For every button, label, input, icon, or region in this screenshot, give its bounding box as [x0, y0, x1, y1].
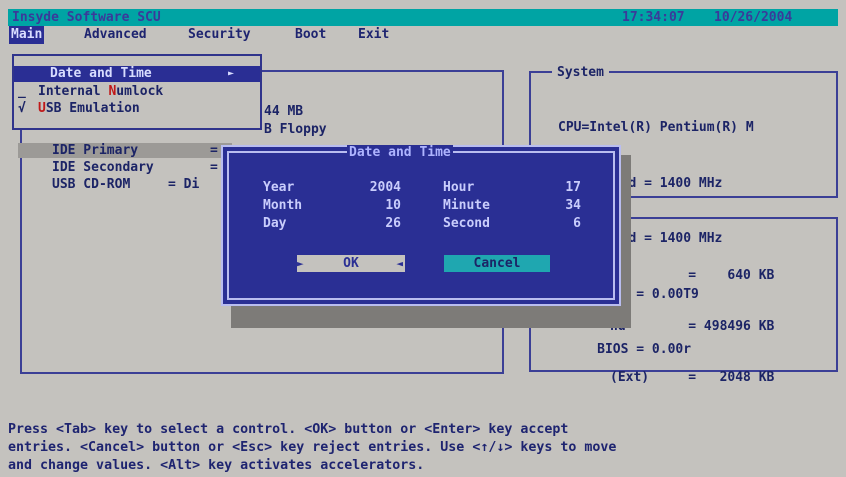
floppy-partial-text: B Floppy — [264, 122, 327, 137]
year-field[interactable]: 2004 — [357, 180, 401, 195]
minute-field[interactable]: 34 — [545, 198, 581, 213]
menu-boot[interactable]: Boot — [295, 26, 326, 44]
check-placeholder: _ — [18, 84, 26, 99]
memory-partial-text: 44 MB — [264, 104, 304, 119]
date-time-dialog: Date and Time Year 2004 Month 10 Day 26 … — [221, 145, 621, 306]
hour-field[interactable]: 17 — [545, 180, 581, 195]
second-label: Second — [443, 216, 490, 231]
month-label: Month — [263, 198, 303, 213]
year-label: Year — [263, 180, 295, 195]
menu-item-date-and-time[interactable]: Date and Time ► — [14, 66, 260, 82]
menu-main[interactable]: Main — [9, 26, 45, 44]
checkmark-icon: √ — [18, 101, 26, 116]
help-line-3: and change values. <Alt> key activates a… — [8, 458, 425, 473]
ok-button[interactable]: ► OK ◄ — [297, 255, 405, 272]
menu-advanced[interactable]: Advanced — [84, 26, 147, 44]
system-panel-title: System — [552, 65, 609, 80]
ide-secondary-label[interactable]: IDE Secondary — [52, 160, 154, 175]
menu-item-internal-numlock[interactable]: _ Internal Numlock — [14, 84, 260, 100]
clock-time: 17:34:07 — [622, 10, 685, 25]
day-field[interactable]: 26 — [357, 216, 401, 231]
clock-date: 10/26/2004 — [714, 10, 793, 25]
ok-left-marker-icon: ► — [297, 257, 304, 270]
main-dropdown-menu: Date and Time ► _ Internal Numlock √ USB… — [12, 54, 262, 130]
help-line-2: entries. <Cancel> button or <Esc> key re… — [8, 440, 617, 455]
dialog-shadow — [231, 306, 631, 328]
menu-bar: Main Advanced Security Boot Exit — [8, 26, 838, 44]
day-label: Day — [263, 216, 287, 231]
menu-exit[interactable]: Exit — [358, 26, 389, 44]
hour-label: Hour — [443, 180, 475, 195]
dialog-shadow-right — [621, 155, 631, 328]
dialog-title: Date and Time — [347, 145, 453, 160]
menu-security[interactable]: Security — [188, 26, 251, 44]
usb-cdrom-sep: = Di — [168, 177, 200, 192]
base-memory-line: = 640 KB — [610, 268, 775, 283]
ext-memory-line: (Ext) = 2048 KB — [610, 370, 775, 385]
month-field[interactable]: 10 — [357, 198, 401, 213]
extended-memory-line: nd = 498496 KB — [610, 319, 775, 334]
second-field[interactable]: 6 — [545, 216, 581, 231]
ide-secondary-sep: = — [210, 160, 218, 175]
minute-label: Minute — [443, 198, 490, 213]
usb-cdrom-label[interactable]: USB CD-ROM — [52, 177, 130, 192]
memory-info: = 640 KB nd = 498496 KB (Ext) = 2048 KB — [610, 233, 774, 403]
menu-item-usb-emulation[interactable]: √ USB Emulation — [14, 101, 260, 117]
help-line-1: Press <Tab> key to select a control. <OK… — [8, 422, 569, 437]
cancel-button[interactable]: Cancel — [444, 255, 550, 272]
app-title: Insyde Software SCU — [12, 10, 161, 25]
cpu-line: CPU=Intel(R) Pentium(R) M — [558, 120, 754, 135]
help-text: Press <Tab> key to select a control. <OK… — [8, 421, 838, 475]
ide-primary-label[interactable]: IDE Primary — [52, 143, 138, 158]
ok-button-label: OK — [343, 256, 359, 271]
ide-primary-sep: = — [210, 143, 218, 158]
ok-right-marker-icon: ◄ — [396, 257, 403, 270]
submenu-arrow-icon: ► — [228, 68, 235, 79]
title-bar: Insyde Software SCU 17:34:07 10/26/2004 — [8, 9, 838, 26]
